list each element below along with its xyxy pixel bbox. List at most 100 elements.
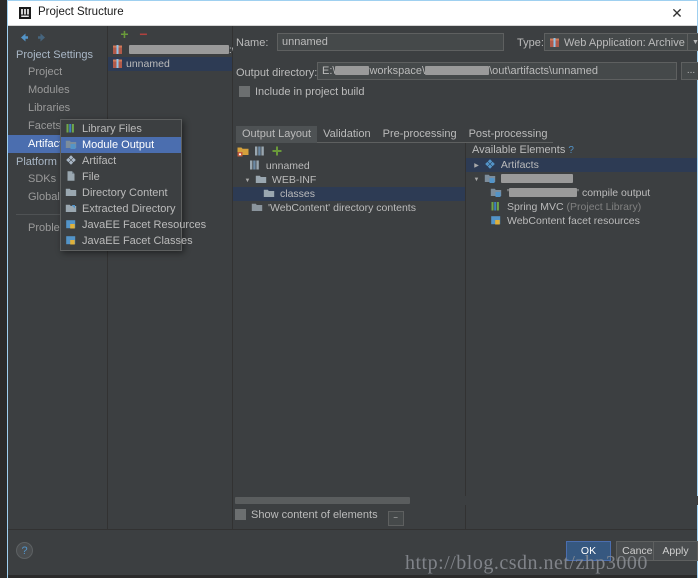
output-directory-label: Output directory: <box>236 67 318 79</box>
facet-resources-icon <box>490 214 502 226</box>
editor-tabs: Output Layout Validation Pre-processing Pos… <box>236 126 554 143</box>
menu-item-javaee-facet-resources[interactable]: JavaEE Facet Resources <box>61 217 206 233</box>
artifact-rows: :war exploded unnamed <box>108 43 294 529</box>
sidebar-item-modules[interactable]: Modules <box>8 81 107 99</box>
archive-icon <box>112 58 123 69</box>
output-directory-input[interactable]: E:\ workspace\ \out\artifacts\unnamed <box>317 62 677 80</box>
help-icon[interactable]: ? <box>568 145 574 156</box>
type-label: Type: <box>517 37 544 49</box>
add-element-popup-menu: Library Files Module Output Artifact Fil… <box>60 119 206 251</box>
redacted-dir-part-1 <box>335 66 370 75</box>
available-node-label: WebContent facet resources <box>507 215 640 227</box>
apply-button[interactable]: Apply <box>653 541 698 561</box>
tab-validation[interactable]: Validation <box>317 126 377 143</box>
tab-pre-processing[interactable]: Pre-processing <box>376 126 463 143</box>
menu-item-library-files[interactable]: Library Files <box>61 121 181 137</box>
browse-output-directory-button[interactable]: ... <box>681 62 698 80</box>
intellij-idea-icon <box>18 6 32 20</box>
menu-item-extracted-directory[interactable]: Extracted Directory <box>61 201 181 217</box>
sidebar-group-project-settings: Project Settings <box>16 49 94 61</box>
output-layout-tree: unnamed ▼ WEB-INF classes 'WebContent' d… <box>233 159 465 529</box>
artifact-list-toolbar: + − <box>108 26 232 43</box>
output-node-webcontent-dir[interactable]: 'WebContent' directory contents <box>233 201 465 215</box>
dialog-footer: ? OK Cancel Apply <box>8 529 698 577</box>
add-copy-icon[interactable] <box>271 145 283 157</box>
twisty-icon[interactable]: ▼ <box>472 173 481 187</box>
artifact-list-panel: + − :war exploded <box>108 26 294 529</box>
output-node-classes[interactable]: classes <box>233 187 465 201</box>
collapse-all-button[interactable]: − <box>387 511 404 526</box>
menu-item-directory-content[interactable]: Directory Content <box>61 185 181 201</box>
artifact-row-unnamed[interactable]: unnamed <box>108 57 232 71</box>
javaee-facet-icon <box>65 234 77 246</box>
output-layout-pane: unnamed ▼ WEB-INF classes 'WebContent' d… <box>233 143 466 529</box>
available-node-label: Spring MVC <box>507 201 564 213</box>
extracted-dir-icon <box>65 202 77 214</box>
show-content-label: Show content of elements <box>251 509 378 521</box>
menu-item-javaee-facet-classes[interactable]: JavaEE Facet Classes <box>61 233 193 249</box>
back-arrow-icon[interactable] <box>17 31 30 44</box>
artifact-type-value: Web Application: Archive <box>564 37 685 49</box>
tab-post-processing[interactable]: Post-processing <box>462 126 554 143</box>
desktop-edge <box>0 0 8 578</box>
available-elements-header: Available Elements ? <box>466 143 697 158</box>
artifact-icon <box>65 154 77 166</box>
nav-arrows <box>14 28 104 46</box>
desktop-icon-sliver <box>0 6 8 14</box>
chevron-down-icon[interactable]: ▼ <box>687 34 698 50</box>
show-content-row[interactable]: Show content of elements − <box>235 509 404 526</box>
dir-content-icon <box>251 201 263 213</box>
twisty-icon[interactable]: ▼ <box>243 174 252 188</box>
menu-item-file[interactable]: File <box>61 169 181 185</box>
available-node-label: Artifacts <box>500 159 539 171</box>
available-elements-pane: Available Elements ? ▶ Artifacts ▼ ' ' c… <box>466 143 697 529</box>
module-output-icon <box>65 138 77 150</box>
available-node-compile-output[interactable]: ' ' compile output <box>466 186 697 200</box>
menu-item-label: File <box>82 171 100 183</box>
sidebar-item-libraries[interactable]: Libraries <box>8 99 107 117</box>
redacted-dir-part-2 <box>425 66 490 75</box>
library-files-icon <box>490 200 502 212</box>
output-node-label: classes <box>280 188 316 200</box>
remove-artifact-button[interactable]: − <box>137 27 150 41</box>
tab-output-layout[interactable]: Output Layout <box>236 126 318 143</box>
menu-item-label: Directory Content <box>82 187 168 199</box>
library-files-icon[interactable] <box>254 145 266 157</box>
folder-icon <box>255 173 267 185</box>
output-node-label: WEB-INF <box>271 174 317 186</box>
available-node-webcontent-facet-resources[interactable]: WebContent facet resources <box>466 214 697 228</box>
sidebar-item-project[interactable]: Project <box>8 63 107 81</box>
include-in-project-build-row[interactable]: Include in project build <box>239 86 364 98</box>
available-node-artifacts[interactable]: ▶ Artifacts <box>466 158 697 172</box>
artifact-editor: Name: Type: Web Application: Archive ▼ O… <box>233 26 698 529</box>
menu-item-artifact[interactable]: Artifact <box>61 153 181 169</box>
menu-item-module-output[interactable]: Module Output <box>61 137 181 153</box>
available-elements-title: Available Elements <box>472 144 566 156</box>
output-node-unnamed[interactable]: unnamed <box>233 159 465 173</box>
ok-button[interactable]: OK <box>566 541 611 561</box>
include-in-project-build-checkbox[interactable] <box>239 86 250 97</box>
menu-item-label: JavaEE Facet Resources <box>82 219 207 231</box>
artifact-name-input[interactable] <box>277 33 504 51</box>
artifact-type-combo[interactable]: Web Application: Archive ▼ <box>544 33 698 51</box>
add-folder-icon[interactable] <box>237 145 249 157</box>
include-in-project-build-label: Include in project build <box>255 86 365 98</box>
help-button[interactable]: ? <box>16 542 33 559</box>
available-node-module[interactable]: ▼ <box>466 172 697 186</box>
archive-icon <box>249 159 261 171</box>
close-icon[interactable]: ✕ <box>669 5 685 21</box>
output-dir-mid: workspace\ <box>369 65 426 77</box>
forward-arrow-icon[interactable] <box>36 31 49 44</box>
twisty-icon[interactable]: ▶ <box>472 159 481 173</box>
show-content-checkbox[interactable] <box>235 509 246 520</box>
library-files-icon <box>65 122 77 134</box>
add-artifact-button[interactable]: + <box>118 27 131 41</box>
available-node-suffix: (Project Library) <box>563 201 642 213</box>
horizontal-scrollbar-thumb[interactable] <box>235 497 410 504</box>
layout-panes: unnamed ▼ WEB-INF classes 'WebContent' d… <box>233 143 697 529</box>
artifact-row-war-exploded[interactable]: :war exploded <box>108 43 294 57</box>
output-node-label: 'WebContent' directory contents <box>268 202 416 214</box>
redacted-compile-output-name <box>509 188 578 197</box>
available-node-spring-mvc[interactable]: Spring MVC (Project Library) <box>466 200 697 214</box>
output-node-web-inf[interactable]: ▼ WEB-INF <box>233 173 465 187</box>
